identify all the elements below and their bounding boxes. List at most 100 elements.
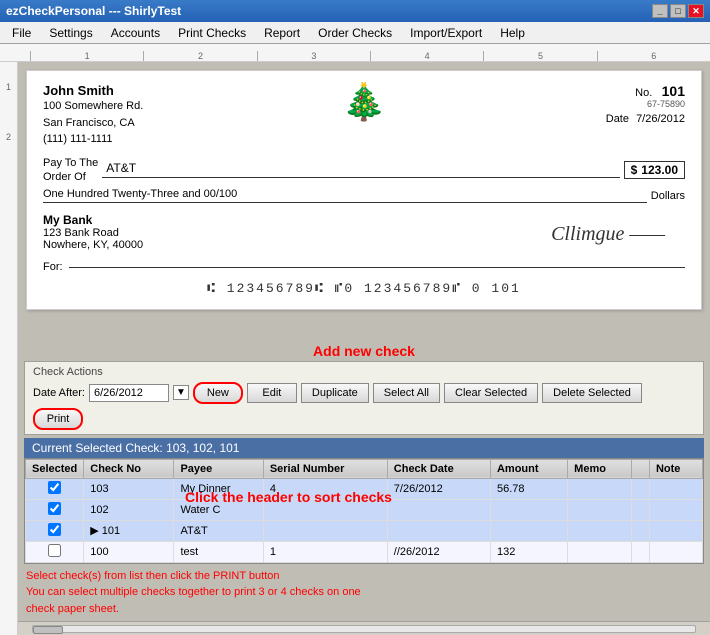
check-no-label: No. bbox=[635, 87, 652, 99]
table-row: 100 test 1 //26/2012 132 bbox=[26, 541, 703, 562]
row-check-no: 100 bbox=[84, 541, 174, 562]
ruler-mark-2: 2 bbox=[143, 51, 256, 61]
horizontal-scrollbar[interactable] bbox=[18, 621, 710, 635]
row-checkbox-cell[interactable] bbox=[26, 499, 84, 520]
print-button[interactable]: Print bbox=[33, 408, 83, 430]
new-button[interactable]: New bbox=[193, 382, 243, 404]
order-of-label: Order Of bbox=[43, 170, 98, 184]
menu-print-checks[interactable]: Print Checks bbox=[170, 24, 254, 42]
row-note bbox=[649, 478, 702, 499]
menu-accounts[interactable]: Accounts bbox=[103, 24, 168, 42]
payee-name: AT&T bbox=[102, 161, 619, 178]
table-row: 103 My Dinner 4 7/26/2012 56.78 bbox=[26, 478, 703, 499]
row-checkbox-cell[interactable] bbox=[26, 520, 84, 541]
row-amount: 56.78 bbox=[490, 478, 567, 499]
menu-import-export[interactable]: Import/Export bbox=[402, 24, 490, 42]
amount-words: One Hundred Twenty-Three and 00/100 bbox=[43, 188, 647, 203]
row-checkbox[interactable] bbox=[48, 502, 61, 515]
menu-order-checks[interactable]: Order Checks bbox=[310, 24, 400, 42]
row-note bbox=[649, 520, 702, 541]
row-note bbox=[649, 541, 702, 562]
bank-section: My Bank 123 Bank Road Nowhere, KY, 40000… bbox=[43, 213, 685, 251]
scrollbar-thumb[interactable] bbox=[33, 626, 63, 634]
row-checkbox-cell[interactable] bbox=[26, 541, 84, 562]
check-date-line: Date 7/26/2012 bbox=[606, 113, 685, 125]
current-selected-label: Current Selected Check: 103, 102, 101 bbox=[32, 441, 239, 455]
row-date bbox=[387, 499, 490, 520]
menu-file[interactable]: File bbox=[4, 24, 39, 42]
check-table-container: Click the header to sort checks Selected… bbox=[24, 458, 704, 564]
row-memo bbox=[568, 520, 631, 541]
date-after-label: Date After: bbox=[33, 387, 85, 399]
row-serial: 4 bbox=[263, 478, 387, 499]
ruler: 1 2 3 4 5 6 bbox=[0, 44, 710, 62]
col-selected[interactable]: Selected bbox=[26, 459, 84, 478]
maximize-button[interactable]: □ bbox=[670, 4, 686, 18]
date-label: Date bbox=[606, 113, 629, 125]
delete-selected-button[interactable]: Delete Selected bbox=[542, 383, 642, 403]
dollars-label: Dollars bbox=[651, 190, 685, 202]
duplicate-button[interactable]: Duplicate bbox=[301, 383, 369, 403]
check-number: 101 bbox=[662, 83, 685, 99]
col-check-date[interactable]: Check Date bbox=[387, 459, 490, 478]
scrollbar-track[interactable] bbox=[32, 625, 696, 633]
check-amount-box: $ 123.00 bbox=[624, 161, 685, 179]
check-amount: 123.00 bbox=[641, 163, 678, 177]
bank-address2: Nowhere, KY, 40000 bbox=[43, 239, 143, 251]
app-title: ezCheckPersonal --- ShirlyTest bbox=[6, 4, 181, 18]
row-serial bbox=[263, 499, 387, 520]
row-checkbox[interactable] bbox=[48, 544, 61, 557]
edit-button[interactable]: Edit bbox=[247, 383, 297, 403]
check-actions-title: Check Actions bbox=[33, 366, 695, 378]
dollar-sign: $ bbox=[631, 163, 638, 177]
col-check-no[interactable]: Check No bbox=[84, 459, 174, 478]
row-checkbox[interactable] bbox=[48, 523, 61, 536]
row-date: 7/26/2012 bbox=[387, 478, 490, 499]
col-amount[interactable]: Amount bbox=[490, 459, 567, 478]
menu-report[interactable]: Report bbox=[256, 24, 308, 42]
left-ruler-mark-1: 1 bbox=[6, 82, 11, 92]
row-payee: test bbox=[174, 541, 263, 562]
row-empty bbox=[631, 541, 649, 562]
check-paper: 🎄 John Smith 100 Somewhere Rd. San Franc… bbox=[26, 70, 702, 310]
micr-line: ⑆ 123456789⑆ ⑈0 123456789⑈ 0 101 bbox=[43, 281, 685, 296]
ruler-mark-5: 5 bbox=[483, 51, 596, 61]
left-ruler: 1 2 bbox=[0, 62, 18, 635]
clear-selected-button[interactable]: Clear Selected bbox=[444, 383, 538, 403]
col-serial[interactable]: Serial Number bbox=[263, 459, 387, 478]
for-line: For: bbox=[43, 261, 685, 273]
menu-help[interactable]: Help bbox=[492, 24, 533, 42]
row-check-no: 102 bbox=[84, 499, 174, 520]
row-checkbox[interactable] bbox=[48, 481, 61, 494]
col-payee[interactable]: Payee bbox=[174, 459, 263, 478]
bank-address1: 123 Bank Road bbox=[43, 227, 143, 239]
row-amount bbox=[490, 520, 567, 541]
check-address2: San Francisco, CA bbox=[43, 115, 143, 132]
close-button[interactable]: ✕ bbox=[688, 4, 704, 18]
date-after-input[interactable] bbox=[89, 384, 169, 402]
main-area: 1 2 🎄 John Smith 100 Somewhere Rd. bbox=[0, 62, 710, 635]
col-memo[interactable]: Memo bbox=[568, 459, 631, 478]
minimize-button[interactable]: _ bbox=[652, 4, 668, 18]
for-label: For: bbox=[43, 261, 63, 273]
row-empty bbox=[631, 520, 649, 541]
row-check-no: 103 bbox=[84, 478, 174, 499]
signature: Cllimgue —— bbox=[551, 223, 685, 251]
col-note[interactable]: Note bbox=[649, 459, 702, 478]
row-memo bbox=[568, 499, 631, 520]
check-table: Selected Check No Payee Serial Number Ch… bbox=[25, 459, 703, 563]
row-memo bbox=[568, 541, 631, 562]
row-empty bbox=[631, 478, 649, 499]
menu-settings[interactable]: Settings bbox=[41, 24, 100, 42]
row-serial: 1 bbox=[263, 541, 387, 562]
payee-section: Pay To The Order Of AT&T $ 123.00 bbox=[43, 156, 685, 185]
row-serial bbox=[263, 520, 387, 541]
row-checkbox-cell[interactable] bbox=[26, 478, 84, 499]
ruler-mark-1: 1 bbox=[30, 51, 143, 61]
check-date: 7/26/2012 bbox=[636, 113, 685, 125]
row-note bbox=[649, 499, 702, 520]
select-all-button[interactable]: Select All bbox=[373, 383, 440, 403]
date-dropdown[interactable]: ▼ bbox=[173, 385, 189, 400]
row-payee: My Dinner bbox=[174, 478, 263, 499]
row-payee: AT&T bbox=[174, 520, 263, 541]
